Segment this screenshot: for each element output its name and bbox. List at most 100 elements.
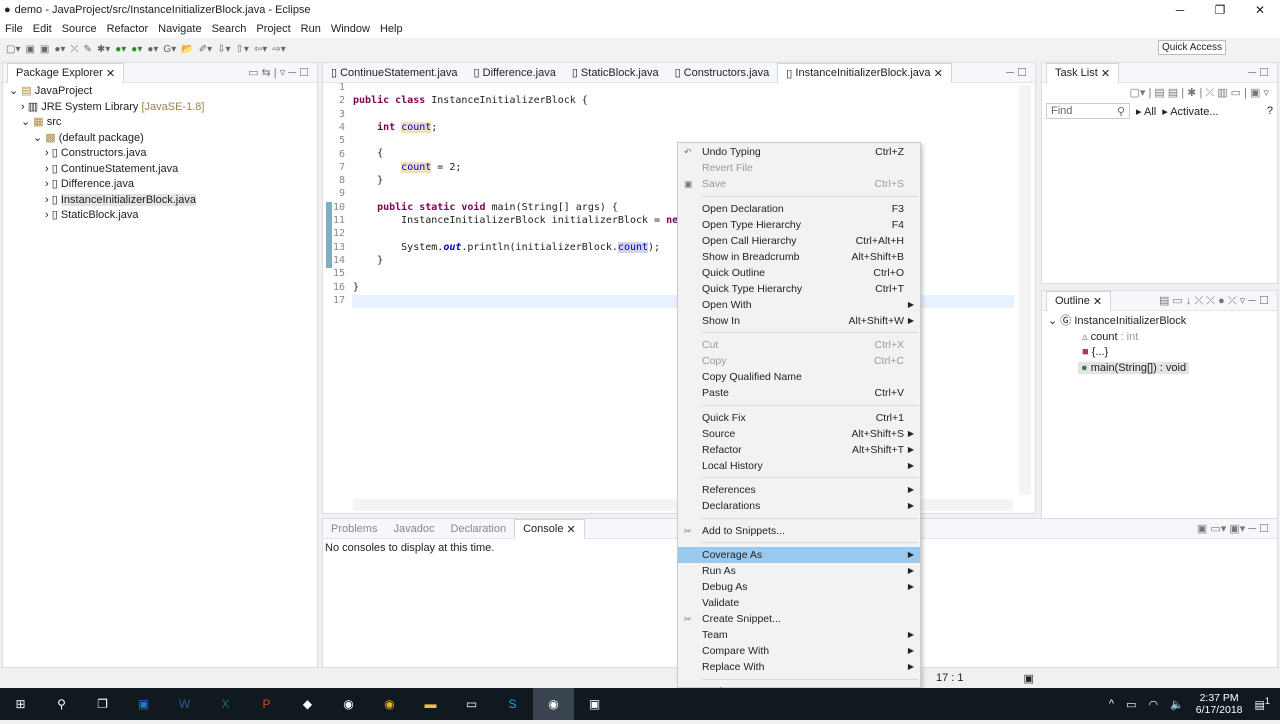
menu-item-team[interactable]: Team ▶ [678,627,920,643]
debug-icon[interactable]: ✱▾ [97,44,110,55]
code-line[interactable]: public static void main(String[] args) { [353,202,618,213]
file-explorer-icon[interactable]: ▬ [410,688,451,720]
menu-navigate[interactable]: Navigate [153,23,206,35]
menu-item-open-call-hierarchy[interactable]: Open Call Hierarchy Ctrl+Alt+H [678,233,920,249]
skip-breakpoints-icon[interactable]: ⤫ [70,44,78,55]
wifi-icon[interactable]: ◠ [1148,698,1158,711]
code-line[interactable]: { [353,148,383,159]
tab-outline[interactable]: Outline ✕ [1046,290,1112,311]
next-annotation-icon[interactable]: ⇩▾ [217,44,230,55]
menu-item-compare-with[interactable]: Compare With ▶ [678,643,920,659]
menu-item-quick-fix[interactable]: Quick Fix Ctrl+1 [678,410,920,426]
eclipse-icon[interactable]: ◉ [328,688,369,720]
menu-item-open-with[interactable]: Open With ▶ [678,297,920,313]
profile-icon[interactable]: ●▾ [54,44,65,55]
close-icon[interactable]: ✕ [106,67,115,80]
menu-item-debug-as[interactable]: Debug As ▶ [678,579,920,595]
new-class-icon[interactable]: G▾ [163,44,176,55]
help-icon[interactable]: ? [1267,105,1273,117]
mark-occurrences-icon[interactable]: ✎ [83,44,91,55]
menu-file[interactable]: File [0,23,28,35]
menu-item-save[interactable]: ▣ Save Ctrl+S [678,176,920,192]
menu-item-show-in[interactable]: Show In Alt+Shift+W ▶ [678,313,920,329]
app-icon[interactable]: ◆ [287,688,328,720]
coverage-icon[interactable]: ●▾ [131,44,142,55]
open-type-icon[interactable]: 📂 [181,44,193,55]
editor-tab[interactable]: ▯ ContinueStatement.java [323,63,466,83]
battery-icon[interactable]: ▭ [1126,698,1136,711]
menu-source[interactable]: Source [57,23,102,35]
menu-item-local-history[interactable]: Local History ▶ [678,458,920,474]
tab-declaration[interactable]: Declaration [442,519,514,539]
tree-item-file[interactable]: › ▯ StaticBlock.java [3,208,317,224]
outline-field[interactable]: ▵ count : int [1042,330,1277,346]
outline-class[interactable]: ⌄ Ⓖ InstanceInitializerBlock [1042,314,1277,330]
menu-item-references[interactable]: References ▶ [678,482,920,498]
back-icon[interactable]: ⇦▾ [254,44,267,55]
menu-edit[interactable]: Edit [28,23,57,35]
prev-annotation-icon[interactable]: ⇧▾ [236,44,249,55]
code-line[interactable]: count = 2; [353,162,461,173]
menu-item-show-in-breadcrumb[interactable]: Show in Breadcrumb Alt+Shift+B [678,249,920,265]
minimize-button[interactable]: ─ [1160,0,1200,20]
tray-chevron-icon[interactable]: ^ [1109,698,1114,710]
tree-item-file-selected[interactable]: › ▯ InstanceInitializerBlock.java [3,193,317,209]
outline-method[interactable]: ● main(String[]) : void [1042,361,1277,377]
menu-item-validate[interactable]: Validate [678,595,920,611]
code-line[interactable]: public class InstanceInitializerBlock { [353,95,588,106]
tree-item-jre[interactable]: › ▥ JRE System Library [JavaSE-1.8] [3,100,317,116]
menu-item-declarations[interactable]: Declarations ▶ [678,498,920,514]
tree-item-file[interactable]: › ▯ ContinueStatement.java [3,162,317,178]
quick-access-input[interactable]: Quick Access [1157,40,1226,55]
code-line[interactable]: System.out.println(initializerBlock.coun… [353,242,660,253]
outline-toolbar[interactable]: ▤ ▭ ↓ ⤫ ⤫ ● ⤫ ▿ ─ ☐ [1159,294,1277,308]
save-icon[interactable]: ▣ [25,44,34,55]
word-icon[interactable]: W [164,688,205,720]
maximize-button[interactable]: ❐ [1200,0,1240,20]
console-toolbar[interactable]: ▣ ▭▾ ▣▾ ─ ☐ [1197,522,1277,535]
close-icon[interactable]: ✕ [567,523,576,536]
tab-console[interactable]: Console ✕ [514,518,585,539]
tab-task-list[interactable]: Task List ✕ [1046,62,1120,83]
menu-item-open-type-hierarchy[interactable]: Open Type Hierarchy F4 [678,217,920,233]
find-input[interactable]: Find ⚲ [1046,103,1130,119]
forward-icon[interactable]: ⇨▾ [272,44,285,55]
volume-icon[interactable]: 🔈 [1170,698,1184,711]
tab-javadoc[interactable]: Javadoc [385,519,442,539]
eclipse-active-icon[interactable]: ◉ [533,688,574,720]
clock[interactable]: 2:37 PM 6/17/2018 [1196,692,1243,716]
menu-item-run-as[interactable]: Run As ▶ [678,563,920,579]
new-icon[interactable]: ▢▾ [6,44,20,55]
menu-item-copy-qualified-name[interactable]: Copy Qualified Name [678,369,920,385]
tree-item-file[interactable]: › ▯ Constructors.java [3,146,317,162]
menu-item-cut[interactable]: Cut Ctrl+X [678,337,920,353]
menu-window[interactable]: Window [326,23,375,35]
excel-icon[interactable]: X [205,688,246,720]
tab-problems[interactable]: Problems [323,519,385,539]
view-controls[interactable]: ─ ☐ [1006,66,1035,79]
tree-item-package[interactable]: ⌄ ▩ (default package) [3,131,317,147]
start-button[interactable]: ⊞ [0,688,41,720]
tab-package-explorer[interactable]: Package Explorer ✕ [7,62,125,83]
code-line[interactable]: int count; [353,122,437,133]
code-line[interactable]: } [353,255,383,266]
tree-item-src[interactable]: ⌄ ▦ src [3,115,317,131]
task-view-icon[interactable]: ❐ [82,688,123,720]
menu-search[interactable]: Search [207,23,252,35]
close-icon[interactable]: ✕ [1101,67,1110,80]
menu-item-add-to-snippets[interactable]: ✂ Add to Snippets... [678,523,920,539]
chrome-icon[interactable]: ◉ [369,688,410,720]
menu-item-quick-type-hierarchy[interactable]: Quick Type Hierarchy Ctrl+T [678,281,920,297]
notifications-icon[interactable]: ▤1 [1255,696,1271,712]
code-line[interactable]: } [353,282,359,293]
close-icon[interactable]: ✕ [1093,295,1102,308]
menu-project[interactable]: Project [251,23,295,35]
editor-tab[interactable]: ▯ StaticBlock.java [564,63,667,83]
skype-icon[interactable]: S [492,688,533,720]
search-icon[interactable]: ✐▾ [199,44,212,55]
search-icon[interactable]: ⚲ [41,688,82,720]
menu-run[interactable]: Run [296,23,326,35]
task-list-toolbar[interactable]: ▢▾ | ▤ ▤ | ✱ | ⤫ ▥ ▭ | ▣ ▿ [1042,83,1277,103]
editor-tab[interactable]: ▯ Difference.java [466,63,564,83]
menu-help[interactable]: Help [375,23,408,35]
